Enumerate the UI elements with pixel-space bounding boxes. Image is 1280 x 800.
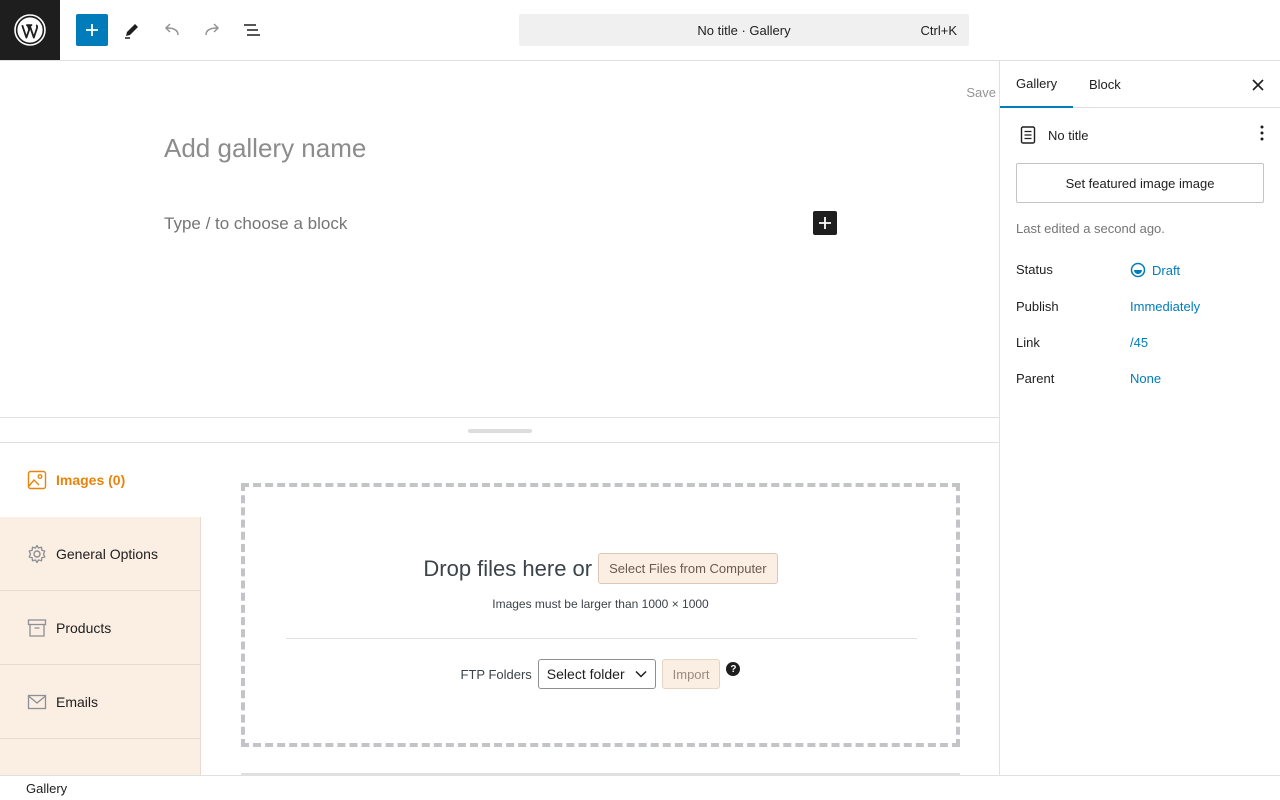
drop-title: Drop files here or Select Files from Com… xyxy=(245,553,956,584)
undo-icon xyxy=(164,23,179,36)
help-icon[interactable]: ? xyxy=(726,662,741,676)
gear-icon xyxy=(27,544,47,564)
document-actions-button[interactable] xyxy=(1260,125,1264,146)
nav-item-label: Products xyxy=(56,619,112,636)
nav-item-label: Images (0) xyxy=(56,472,126,488)
select-files-button[interactable]: Select Files from Computer xyxy=(598,553,778,584)
plus-icon xyxy=(86,24,98,36)
metabox-nav: Images (0) General Options Products Emai… xyxy=(0,443,201,775)
parent-button[interactable]: None xyxy=(1130,371,1161,386)
nav-item-emails[interactable]: Emails xyxy=(0,665,201,739)
undo-button[interactable] xyxy=(156,14,188,46)
wordpress-logo[interactable] xyxy=(0,0,60,60)
resize-grip[interactable] xyxy=(468,429,532,433)
archive-icon xyxy=(27,618,47,638)
publish-row: Publish Immediately xyxy=(1016,299,1266,314)
set-featured-image-button[interactable]: Set featured image image xyxy=(1016,163,1264,203)
document-title: No title xyxy=(1048,127,1089,143)
permalink-button[interactable]: /45 xyxy=(1130,335,1148,350)
post-title-input[interactable]: Add gallery name xyxy=(164,133,366,164)
ftp-row: FTP Folders Select folder Import ? xyxy=(245,659,956,689)
last-edited-text: Last edited a second ago. xyxy=(1016,221,1165,236)
metabox-resize-handle[interactable] xyxy=(0,417,999,443)
nav-item-products[interactable]: Products xyxy=(0,591,201,665)
editor-canvas: Save Add gallery name Type / to choose a… xyxy=(0,61,999,417)
editor-header: No title · Gallery Ctrl+K xyxy=(0,0,1280,61)
prop-label: Status xyxy=(1016,262,1053,277)
size-note: Images must be larger than 1000 × 1000 xyxy=(492,597,709,611)
publish-date-button[interactable]: Immediately xyxy=(1130,299,1200,314)
tab-gallery[interactable]: Gallery xyxy=(1000,61,1074,108)
ftp-label: FTP Folders xyxy=(460,666,532,682)
more-vertical-icon xyxy=(1260,125,1264,141)
drop-text: Drop files here or xyxy=(423,555,593,581)
nav-item-label: General Options xyxy=(56,545,158,562)
close-icon xyxy=(1252,79,1264,91)
pencil-icon xyxy=(125,24,138,39)
breadcrumb-item[interactable]: Gallery xyxy=(26,781,67,796)
inline-block-inserter-button[interactable] xyxy=(813,211,837,235)
upload-dropzone[interactable]: Drop files here or Select Files from Com… xyxy=(241,483,960,747)
plus-icon xyxy=(819,217,831,229)
prop-label: Link xyxy=(1016,335,1040,350)
gallery-metabox: Images (0) General Options Products Emai… xyxy=(0,443,999,775)
divider xyxy=(286,638,917,639)
prop-label: Parent xyxy=(1016,371,1055,386)
image-icon xyxy=(27,470,47,490)
document-overview-button[interactable] xyxy=(236,14,268,46)
nav-item-images[interactable]: Images (0) xyxy=(0,443,201,517)
folder-select[interactable]: Select folder xyxy=(537,659,656,689)
save-button[interactable]: Save xyxy=(966,85,996,100)
document-icon xyxy=(1016,126,1040,144)
status-value: Draft xyxy=(1152,262,1181,278)
command-title: No title · Gallery xyxy=(697,22,791,38)
list-view-icon xyxy=(244,24,260,36)
document-card: No title xyxy=(1016,123,1266,147)
status-toggle[interactable]: Draft xyxy=(1130,262,1180,278)
block-inserter-button[interactable] xyxy=(76,14,108,46)
parent-row: Parent None xyxy=(1016,371,1266,386)
command-palette-button[interactable]: No title · Gallery Ctrl+K xyxy=(519,14,969,46)
nav-item-label: Emails xyxy=(56,693,99,710)
command-shortcut: Ctrl+K xyxy=(920,23,957,38)
wordpress-icon xyxy=(14,14,46,46)
default-block-appender[interactable]: Type / to choose a block xyxy=(164,214,347,234)
block-breadcrumb-bar: Gallery xyxy=(0,775,1280,800)
nav-filler xyxy=(0,739,201,775)
tools-button[interactable] xyxy=(116,14,148,46)
chevron-down-icon xyxy=(635,670,647,678)
status-row: Status Draft xyxy=(1016,262,1266,278)
envelope-icon xyxy=(27,692,47,712)
settings-sidebar: Gallery Block No title Set featured imag… xyxy=(999,61,1280,775)
redo-icon xyxy=(205,23,220,36)
nav-item-general-options[interactable]: General Options xyxy=(0,517,201,591)
sidebar-tabs: Gallery Block xyxy=(1000,61,1280,108)
redo-button[interactable] xyxy=(196,14,228,46)
folder-select-value: Select folder xyxy=(546,666,625,682)
tab-block[interactable]: Block xyxy=(1073,61,1137,108)
link-row: Link /45 xyxy=(1016,335,1266,350)
draft-status-icon xyxy=(1130,262,1146,278)
close-sidebar-button[interactable] xyxy=(1248,75,1268,95)
prop-label: Publish xyxy=(1016,299,1059,314)
import-button[interactable]: Import xyxy=(661,659,721,689)
